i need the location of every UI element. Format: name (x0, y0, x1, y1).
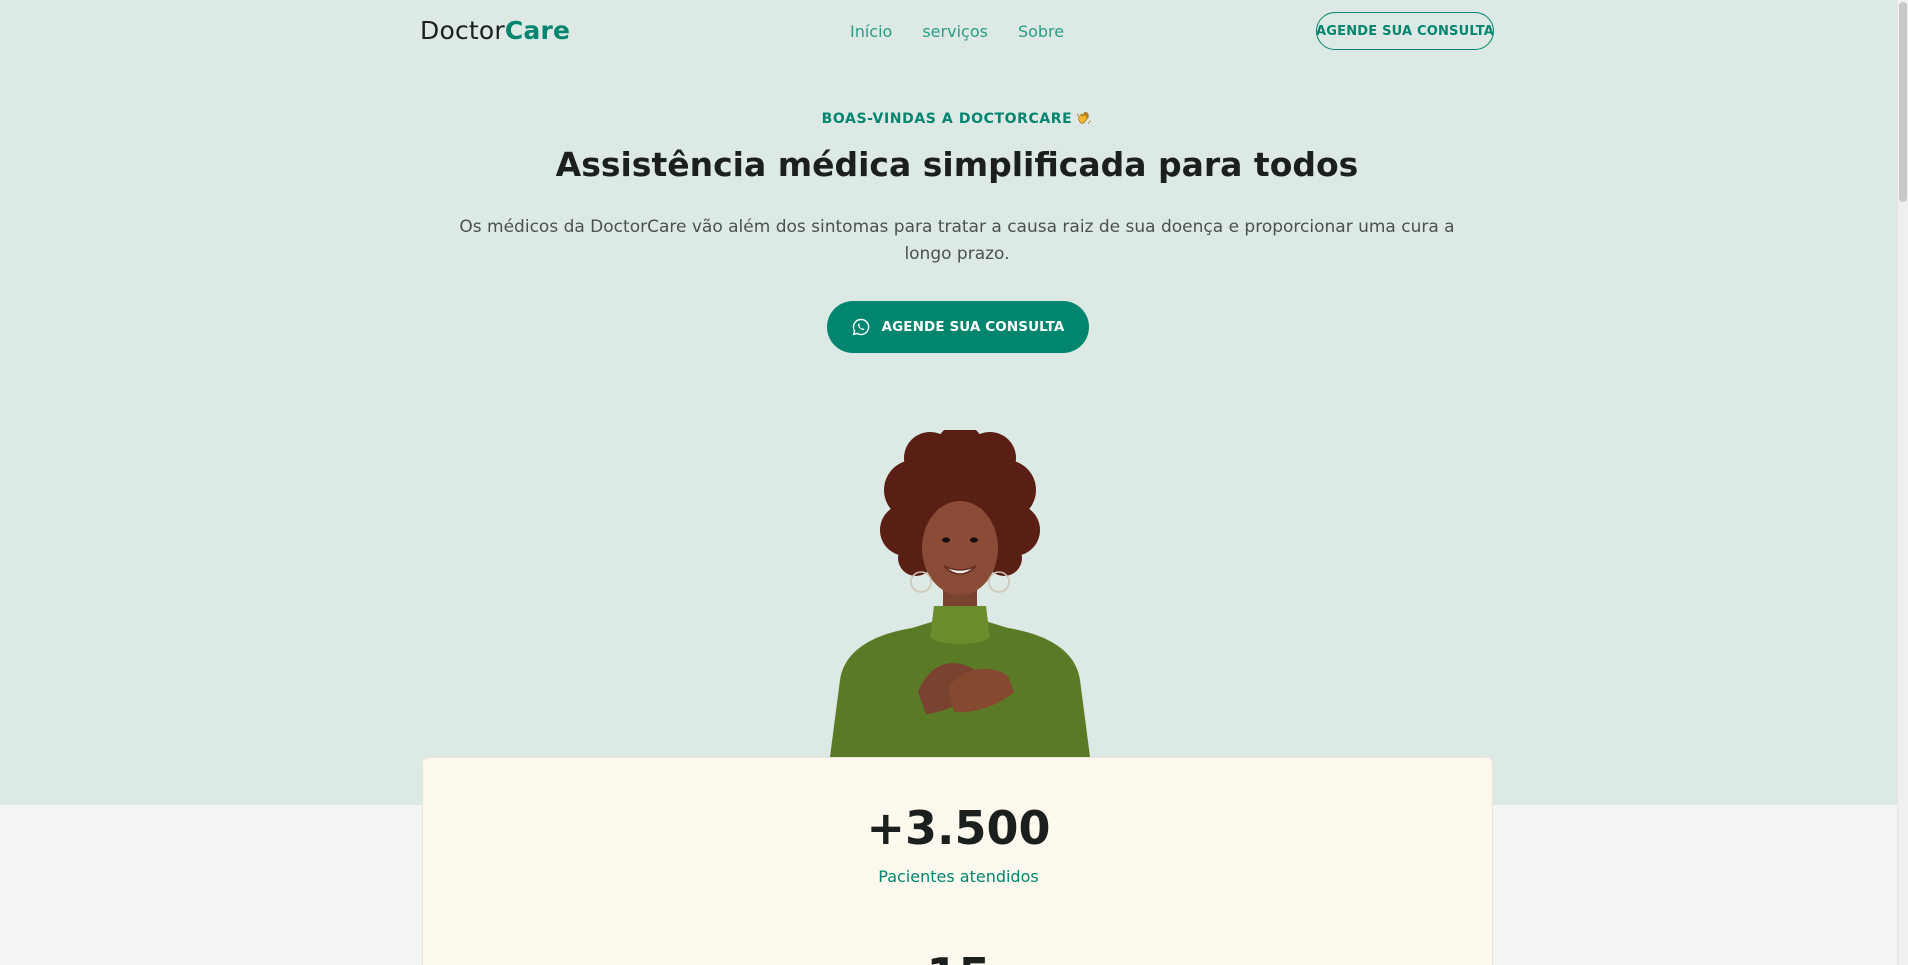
stat-second-value: 15 (423, 948, 1494, 965)
main-nav: Início serviços Sobre (850, 22, 1064, 41)
header-book-appointment-button[interactable]: AGENDE SUA CONSULTA (1316, 12, 1494, 50)
hero-eyebrow-text: BOAS-VINDAS A DOCTORCARE (821, 111, 1073, 127)
whatsapp-icon (852, 318, 869, 336)
hero-title: Assistência médica simplificada para tod… (555, 145, 1359, 184)
stats-card: +3.500 Pacientes atendidos 15 (422, 757, 1493, 965)
logo-accent: Care (504, 16, 571, 45)
stat-patients-value: +3.500 (866, 801, 1051, 855)
hero-person-image (830, 430, 1090, 757)
hero-book-appointment-label: AGENDE SUA CONSULTA (881, 319, 1065, 335)
waving-hand-icon (1076, 111, 1092, 124)
nav-link-inicio[interactable]: Início (850, 22, 892, 41)
hero-book-appointment-button[interactable]: AGENDE SUA CONSULTA (827, 301, 1089, 353)
site-header: DoctorCare Início serviços Sobre AGENDE … (420, 12, 1494, 54)
hero-eyebrow: BOAS-VINDAS A DOCTORCARE (420, 110, 1494, 127)
hero-subtitle: Os médicos da DoctorCare vão além dos si… (459, 217, 1455, 264)
nav-link-sobre[interactable]: Sobre (1018, 22, 1064, 41)
logo-text: Doctor (420, 16, 505, 45)
nav-link-servicos[interactable]: serviços (922, 22, 988, 41)
logo[interactable]: DoctorCare (420, 16, 570, 45)
stat-patients-label: Pacientes atendidos (878, 867, 1039, 886)
scrollbar-thumb[interactable] (1899, 2, 1907, 202)
page: DoctorCare Início serviços Sobre AGENDE … (0, 0, 1908, 965)
page-scrollbar[interactable] (1897, 0, 1908, 965)
